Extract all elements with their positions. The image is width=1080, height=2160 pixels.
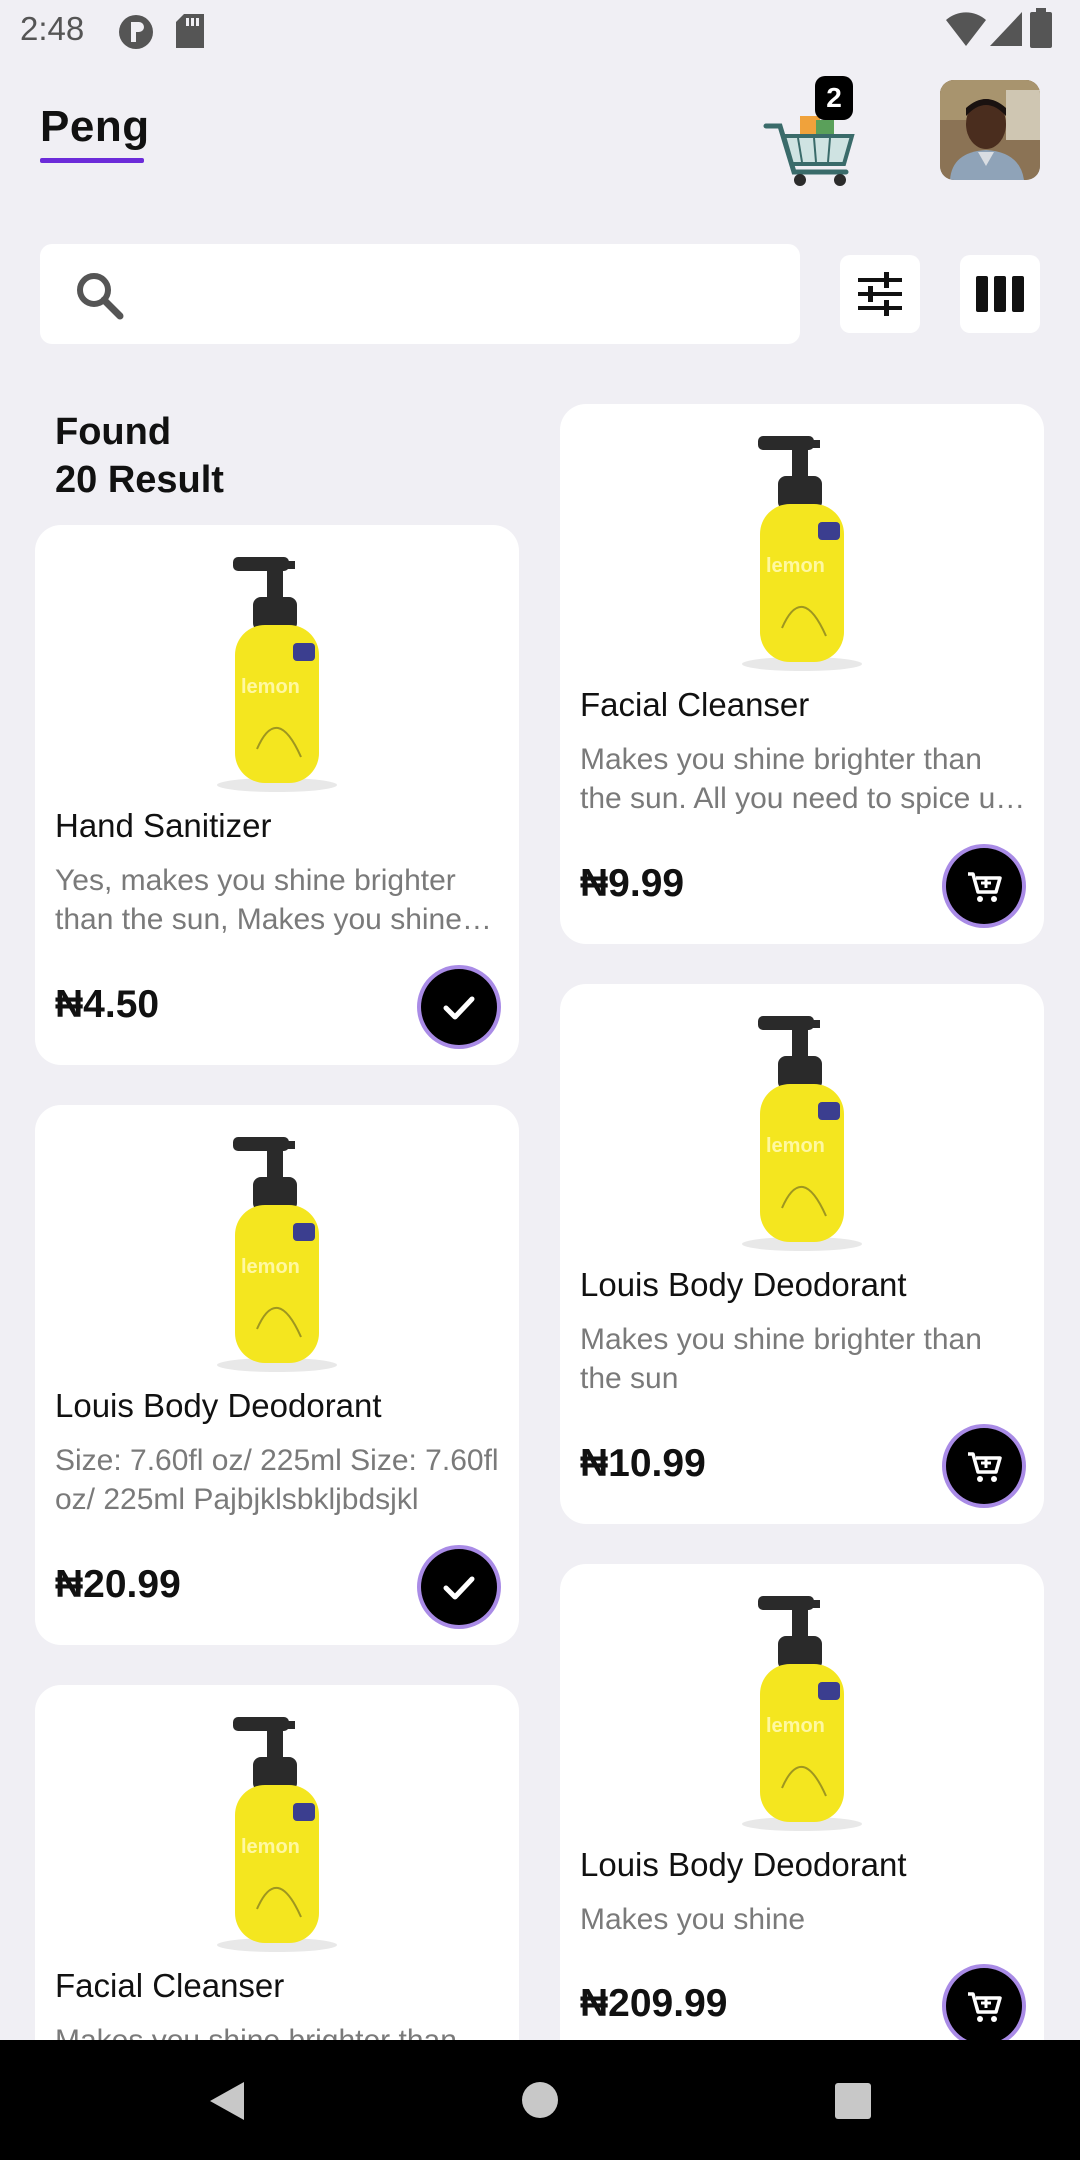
results-label: Found (55, 411, 172, 453)
svg-text:lemon: lemon (241, 1836, 300, 1858)
product-title: Facial Cleanser (55, 1967, 285, 2004)
status-bar: 2:48 (0, 0, 1080, 64)
add-to-cart-button[interactable] (946, 848, 1022, 924)
layout-toggle-button[interactable] (960, 255, 1040, 333)
columns-icon (976, 276, 1024, 312)
avatar[interactable] (940, 80, 1040, 180)
tune-icon (858, 272, 902, 316)
brand-underline (40, 158, 144, 163)
product-card[interactable]: lemon Louis Body Deodorant Makes you shi… (560, 984, 1044, 1524)
product-image: lemon (722, 432, 882, 672)
search-bar[interactable] (40, 244, 800, 344)
search-icon (77, 273, 124, 320)
check-icon (443, 1576, 475, 1600)
product-card[interactable]: lemon Louis Body Deodorant Makes you shi… (560, 1564, 1044, 2104)
check-icon (443, 996, 475, 1020)
product-image: lemon (722, 1012, 882, 1252)
svg-text:lemon: lemon (241, 1256, 300, 1278)
product-image: lemon (197, 1133, 357, 1373)
battery-icon (1030, 8, 1052, 53)
status-time: 2:48 (20, 10, 85, 47)
results-count: 20 Result (55, 459, 224, 501)
svg-text:lemon: lemon (766, 555, 825, 577)
app-screen: 2:48 Peng 2 Found 20 Result lemon Hand S… (0, 0, 1080, 2160)
product-title: Louis Body Deodorant (55, 1387, 382, 1424)
results-heading: Found 20 Result (55, 408, 224, 504)
product-description: Makes you shine (580, 1903, 806, 1936)
wifi-icon (946, 12, 986, 51)
add-cart-icon (968, 872, 1002, 902)
product-description: Yes, makes you shine brighter than the s… (55, 864, 462, 936)
filter-button[interactable] (840, 255, 920, 333)
sd-card-icon (176, 14, 204, 53)
product-description: Size: 7.60fl oz/ 225ml Size: 7.60fl oz/ … (55, 1444, 499, 1516)
svg-text:lemon: lemon (766, 1715, 825, 1737)
svg-text:lemon: lemon (766, 1135, 825, 1157)
product-title: Louis Body Deodorant (580, 1266, 907, 1303)
product-title: Facial Cleanser (580, 686, 810, 723)
product-title: Hand Sanitizer (55, 807, 272, 844)
add-cart-icon (968, 1452, 1002, 1482)
recents-icon (835, 2083, 871, 2119)
product-image: lemon (722, 1592, 882, 1832)
svg-text:lemon: lemon (241, 676, 300, 698)
product-price: ₦10.99 (580, 1442, 706, 1485)
added-to-cart-button[interactable] (421, 969, 497, 1045)
back-icon (210, 2082, 244, 2120)
added-to-cart-button[interactable] (421, 1549, 497, 1625)
recents-button[interactable] (802, 2040, 902, 2160)
product-card[interactable]: lemon Louis Body Deodorant Size: 7.60fl … (35, 1105, 519, 1645)
add-to-cart-button[interactable] (946, 1968, 1022, 2044)
add-cart-icon (968, 1992, 1002, 2022)
product-description: Makes you shine brighter than the sun (580, 1323, 982, 1395)
product-image: lemon (197, 553, 357, 793)
home-button[interactable] (490, 2040, 590, 2160)
signal-icon (990, 12, 1022, 51)
product-image: lemon (197, 1713, 357, 1953)
search-input[interactable] (150, 264, 774, 326)
system-nav-bar (0, 2040, 1080, 2160)
product-price: ₦4.50 (55, 983, 160, 1026)
product-price: ₦209.99 (580, 1982, 728, 2025)
product-price: ₦9.99 (580, 862, 685, 905)
product-card[interactable]: lemon Hand Sanitizer Yes, makes you shin… (35, 525, 519, 1065)
product-title: Louis Body Deodorant (580, 1846, 907, 1883)
product-card[interactable]: lemon Facial Cleanser Makes you shine br… (560, 404, 1044, 944)
home-icon (522, 2082, 558, 2118)
product-description: Makes you shine brighter than the sun. A… (580, 743, 1012, 815)
product-price: ₦20.99 (55, 1563, 181, 1606)
cart-count-badge: 2 (815, 76, 853, 120)
add-to-cart-button[interactable] (946, 1428, 1022, 1504)
p-circle-icon (118, 14, 154, 55)
back-button[interactable] (176, 2040, 276, 2160)
brand-title[interactable]: Peng (40, 102, 150, 152)
